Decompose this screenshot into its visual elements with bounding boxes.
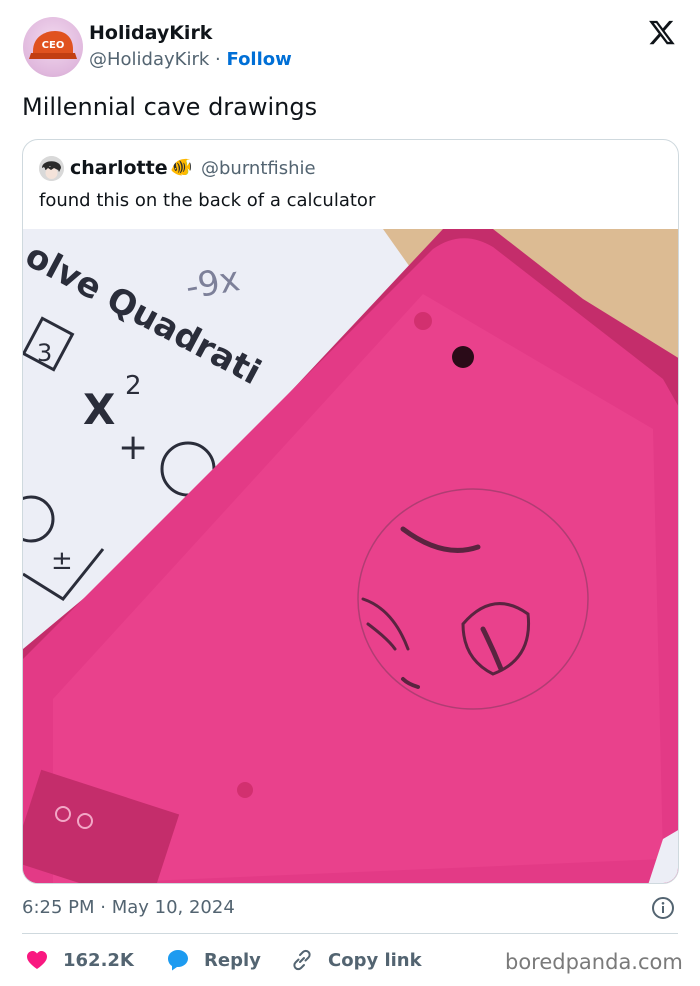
paper-plus: +: [118, 427, 148, 468]
cap-text: CEO: [42, 40, 65, 51]
divider: [22, 933, 678, 934]
paper-plusminus: ±: [51, 546, 73, 576]
paper-superscript: 2: [125, 371, 142, 401]
copy-link-button[interactable]: Copy link: [290, 948, 422, 972]
tweet-text: Millennial cave drawings: [22, 93, 318, 121]
watermark: boredpanda.com: [505, 950, 683, 974]
separator-dot: ·: [215, 49, 221, 70]
fish-emoji-icon: 🐠: [170, 157, 193, 178]
like-count: 162.2K: [63, 949, 134, 971]
reply-bubble-icon: [168, 950, 188, 971]
author-handle[interactable]: @HolidayKirk: [89, 49, 209, 70]
link-icon: [293, 949, 311, 971]
paper-box-number: 3: [37, 339, 52, 367]
red-cap-icon: CEO: [29, 31, 77, 59]
anime-avatar-icon: [39, 156, 64, 181]
author-handle-line: @HolidayKirk · Follow: [89, 49, 292, 70]
quoted-photo[interactable]: olve Quadrati 3 X 2 + ± -9x: [23, 229, 679, 884]
quoted-name: charlotte: [70, 157, 168, 179]
tweet-card: CEO HolidayKirk @HolidayKirk · Follow Mi…: [0, 0, 700, 986]
screw-hole-1: [414, 312, 432, 330]
screw-hole-2: [452, 346, 474, 368]
follow-button[interactable]: Follow: [227, 49, 292, 70]
heart-icon: [27, 951, 47, 969]
quoted-avatar: [39, 156, 64, 181]
reply-button[interactable]: Reply: [166, 948, 261, 972]
timestamp[interactable]: 6:25 PM · May 10, 2024: [22, 897, 235, 918]
reply-label: Reply: [204, 949, 261, 971]
x-logo-icon[interactable]: [647, 18, 677, 46]
screw-hole-3: [237, 782, 253, 798]
author-avatar[interactable]: CEO: [23, 17, 83, 77]
info-icon[interactable]: [651, 896, 675, 920]
copy-link-label: Copy link: [328, 949, 422, 971]
quoted-handle: @burntfishie: [201, 158, 316, 179]
paper-formula: X: [83, 385, 115, 434]
author-name[interactable]: HolidayKirk: [89, 22, 212, 44]
quoted-text: found this on the back of a calculator: [39, 190, 376, 211]
like-button[interactable]: 162.2K: [25, 948, 134, 972]
quoted-tweet[interactable]: charlotte 🐠 @burntfishie found this on t…: [22, 139, 679, 884]
